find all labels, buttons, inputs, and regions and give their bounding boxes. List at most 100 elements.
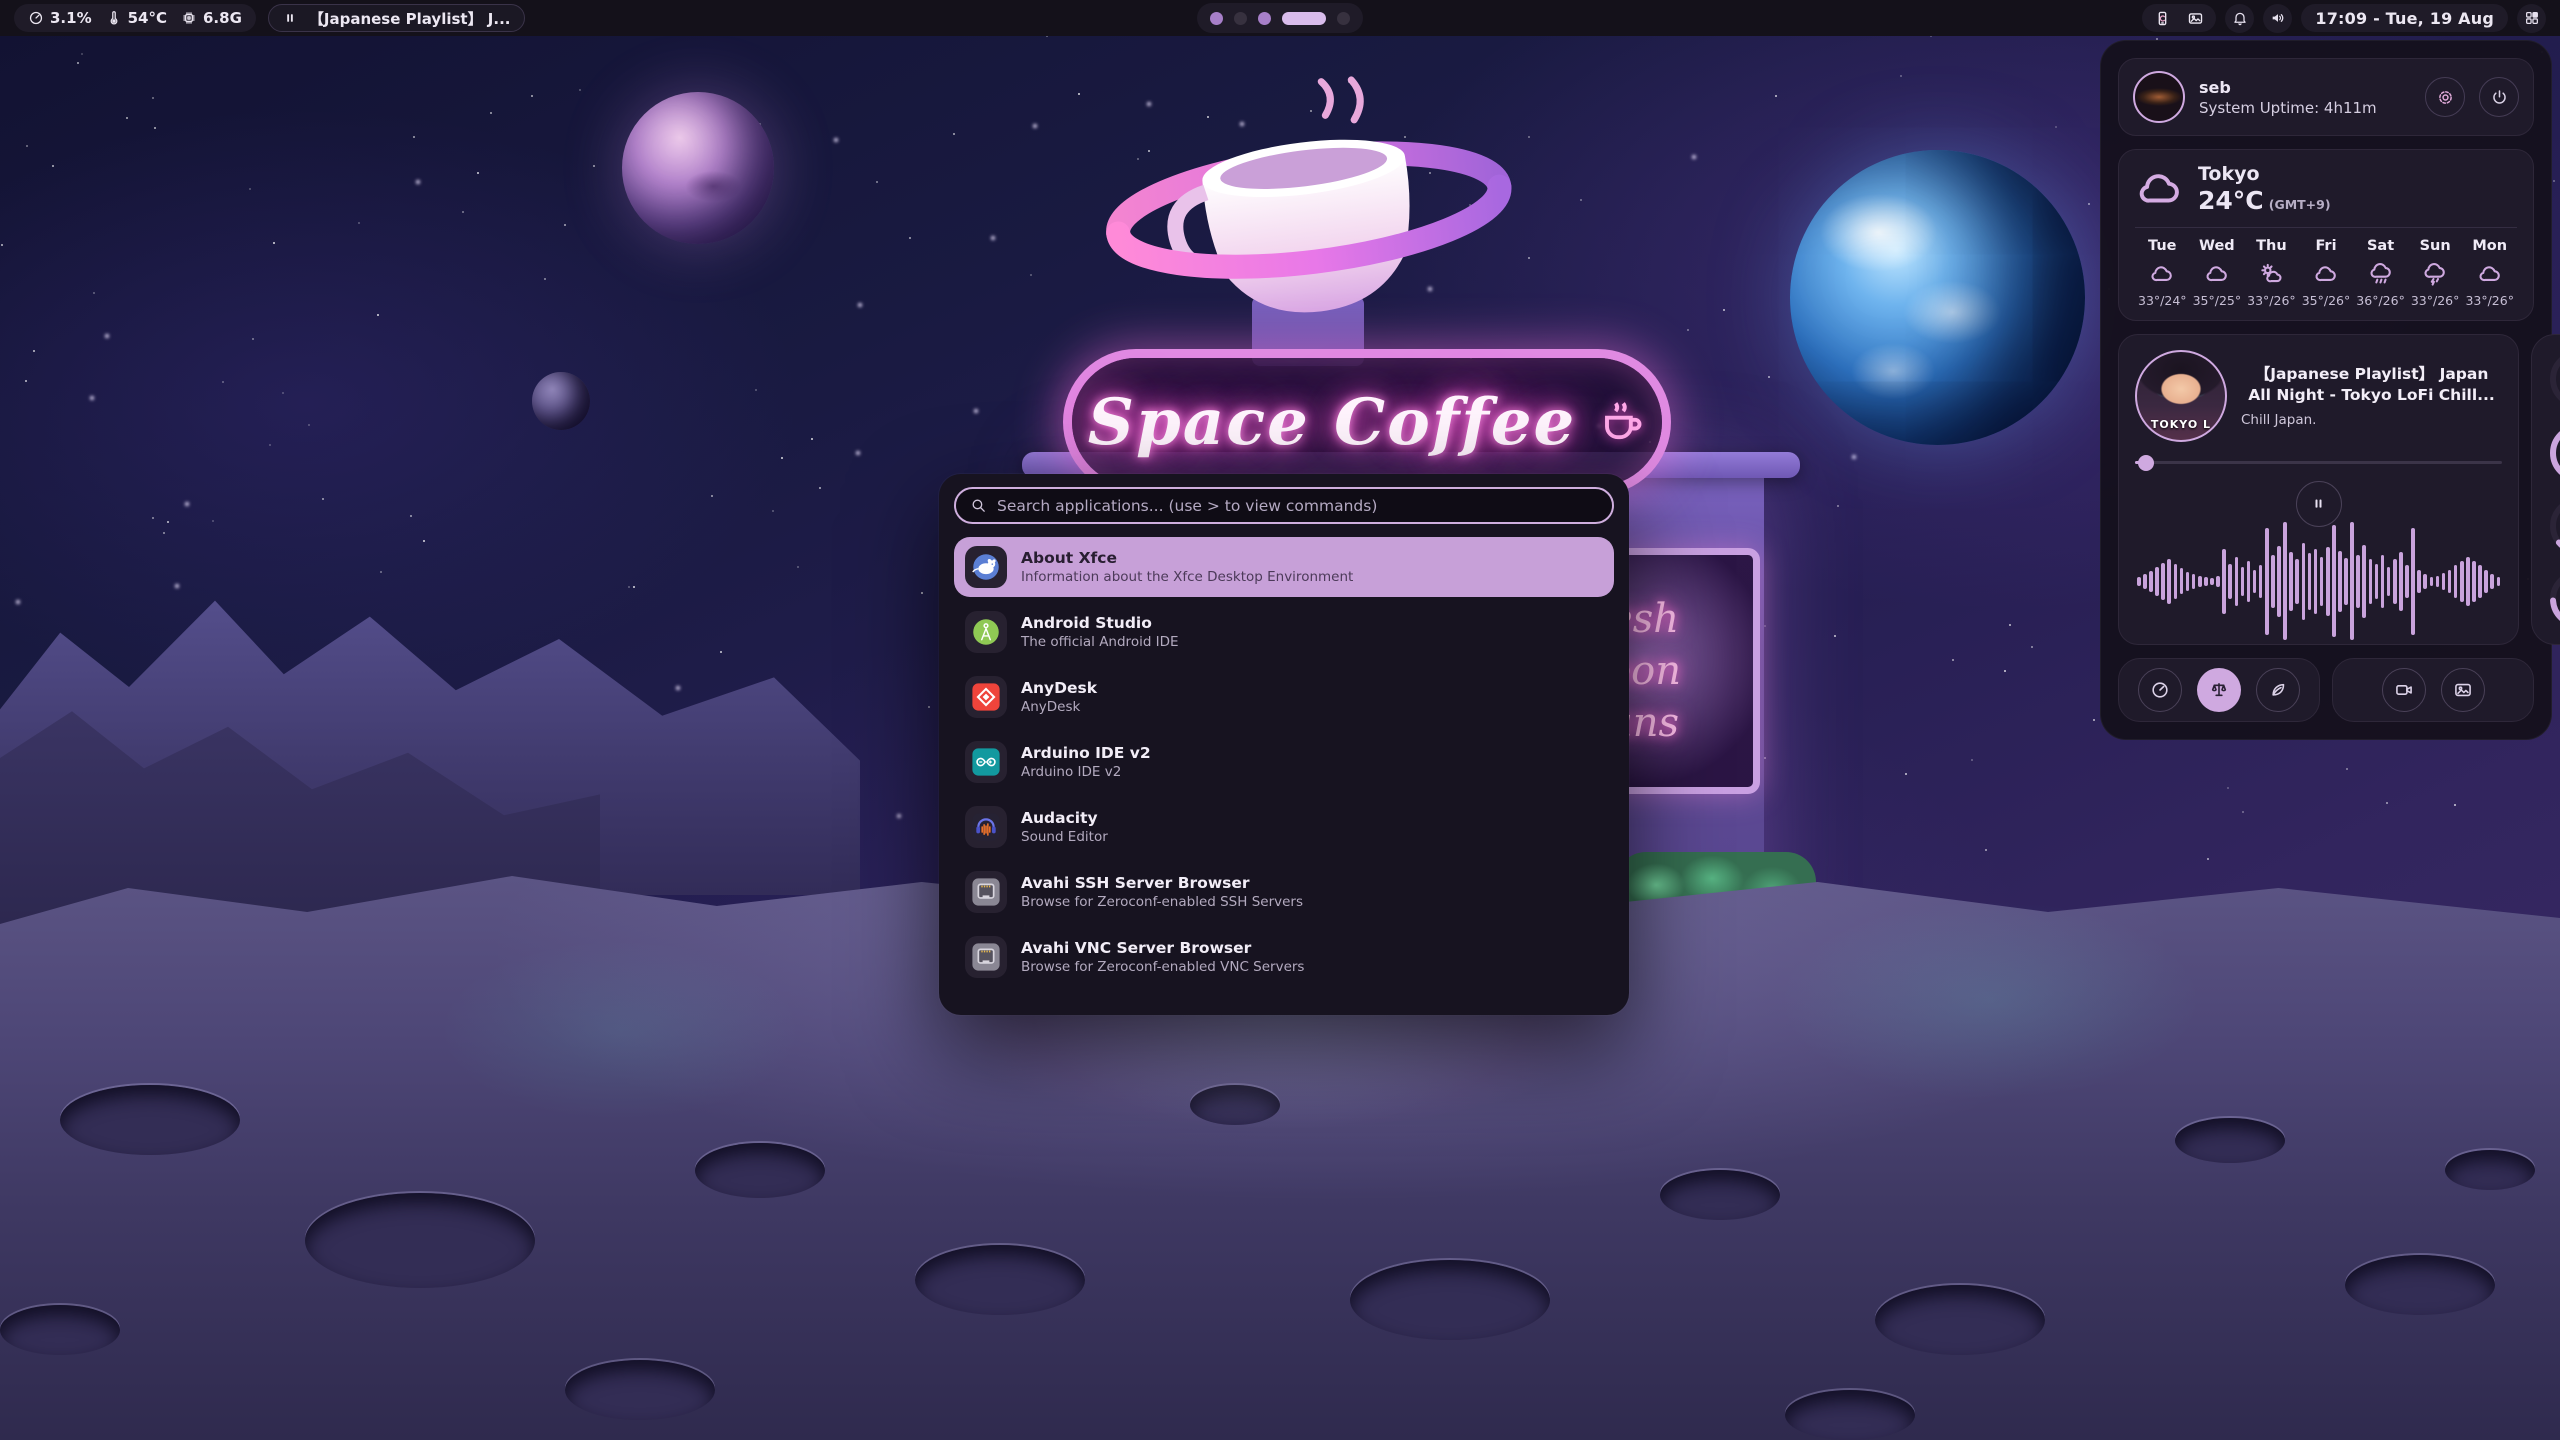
forecast-day-wed: Wed35°/25°: [2190, 238, 2245, 308]
settings-button[interactable]: [2425, 77, 2465, 117]
space-coffee-cup: [1070, 60, 1550, 390]
wave-bar: [2436, 576, 2440, 588]
app-row-avahi-ssh-server-browser[interactable]: Avahi SSH Server BrowserBrowse for Zeroc…: [954, 862, 1614, 922]
network-icon: [965, 871, 1007, 913]
workspace-dot-4[interactable]: [1282, 12, 1326, 25]
wave-bar: [2442, 573, 2446, 590]
forecast-day-label: Tue: [2135, 238, 2190, 254]
cpu-usage-stat: 3.1%: [28, 9, 92, 27]
wave-bar: [2497, 577, 2501, 586]
wave-bar: [2235, 557, 2239, 607]
side-panel: seb System Uptime: 4h11m Tokyo 24°C (GMT…: [2100, 40, 2552, 740]
forecast-temps: 33°/26°: [2408, 293, 2463, 308]
wave-bar: [2326, 547, 2330, 615]
workspace-dot-2[interactable]: [1234, 12, 1247, 25]
tray-wallpaper-icon[interactable]: [2187, 10, 2204, 27]
now-playing-pill[interactable]: 【Japanese Playlist】 J...: [268, 4, 526, 32]
storm-icon: [2408, 261, 2463, 287]
clock-label: 17:09 - Tue, 19 Aug: [2315, 9, 2494, 28]
speaker-icon: [2270, 10, 2286, 26]
wave-bar: [2137, 577, 2141, 586]
forecast-temps: 33°/24°: [2135, 293, 2190, 308]
search-input[interactable]: [997, 497, 1598, 515]
speedometer-icon: [28, 10, 44, 26]
rain-icon: [2353, 261, 2408, 287]
temperature-value: 54°C: [128, 9, 167, 27]
app-title: About Xfce: [1021, 548, 1353, 569]
memory-stat: 6.8G: [181, 9, 242, 27]
track-artist: Chill Japan.: [2241, 412, 2502, 428]
temperature-stat: 54°C: [106, 9, 167, 27]
search-icon: [970, 497, 987, 514]
wave-bar: [2460, 561, 2464, 602]
app-row-android-studio[interactable]: Android StudioThe official Android IDE: [954, 602, 1614, 662]
wave-bar: [2198, 576, 2202, 588]
wave-bar: [2448, 570, 2452, 594]
seek-knob[interactable]: [2138, 455, 2154, 471]
app-row-about-xfce[interactable]: About XfceInformation about the Xfce Des…: [954, 537, 1614, 597]
workspace-dot-3[interactable]: [1258, 12, 1271, 25]
now-playing-label: 【Japanese Playlist】 J...: [309, 8, 511, 29]
seek-slider[interactable]: [2135, 455, 2502, 471]
arduino-icon: [965, 741, 1007, 783]
wave-bar: [2411, 528, 2415, 634]
workspace-dot-5[interactable]: [1337, 12, 1350, 25]
app-row-arduino-ide-v2[interactable]: Arduino IDE v2Arduino IDE v2: [954, 732, 1614, 792]
wave-bar: [2332, 525, 2336, 637]
screen-record-button[interactable]: [2382, 668, 2426, 712]
forecast-day-label: Thu: [2244, 238, 2299, 254]
forecast-temps: 35°/25°: [2190, 293, 2245, 308]
weather-timezone: (GMT+9): [2269, 197, 2331, 212]
wave-bar: [2484, 570, 2488, 594]
topbar-right: 17:09 - Tue, 19 Aug: [2142, 4, 2546, 33]
wave-bar: [2295, 559, 2299, 604]
cloud-icon: [2135, 164, 2185, 214]
sign-text: Space Coffee: [1088, 385, 1577, 460]
app-description: The official Android IDE: [1021, 634, 1179, 652]
app-row-avahi-vnc-server-browser[interactable]: Avahi VNC Server BrowserBrowse for Zeroc…: [954, 927, 1614, 987]
play-pause-button[interactable]: [2296, 481, 2342, 527]
wave-bar: [2466, 557, 2470, 607]
track-title: 【Japanese Playlist】 Japan All Night - To…: [2241, 364, 2502, 407]
network-icon: [965, 936, 1007, 978]
wave-bar: [2430, 577, 2434, 586]
power-profile-selector: [2118, 658, 2320, 722]
profile-performance-button[interactable]: [2138, 668, 2182, 712]
wave-bar: [2350, 522, 2354, 640]
moon-crater: [565, 1360, 715, 1420]
app-row-audacity[interactable]: AudacitySound Editor: [954, 797, 1614, 857]
volume-button[interactable]: [2263, 4, 2292, 33]
android-studio-icon: [965, 611, 1007, 653]
clock[interactable]: 17:09 - Tue, 19 Aug: [2301, 4, 2508, 32]
wave-bar: [2259, 565, 2263, 598]
gauge-3.1: 3.1%: [2546, 346, 2560, 412]
gauge-24: 24%: [2546, 566, 2560, 632]
wave-bar: [2375, 564, 2379, 599]
moon-crater: [695, 1143, 825, 1198]
power-icon: [2490, 88, 2509, 107]
wave-bar: [2174, 564, 2178, 599]
wave-bar: [2308, 553, 2312, 610]
launcher-search[interactable]: [954, 487, 1614, 524]
wave-bar: [2369, 559, 2373, 604]
earth-planet: [1790, 150, 2085, 445]
workspace-dot-1[interactable]: [1210, 12, 1223, 25]
notifications-button[interactable]: [2225, 4, 2254, 33]
app-row-anydesk[interactable]: AnyDeskAnyDesk: [954, 667, 1614, 727]
power-button[interactable]: [2479, 77, 2519, 117]
app-title: Android Studio: [1021, 613, 1179, 634]
forecast-day-sat: Sat36°/26°: [2353, 238, 2408, 308]
dashboard-button[interactable]: [2517, 4, 2546, 33]
screenshot-button[interactable]: [2441, 668, 2485, 712]
wave-bar: [2186, 572, 2190, 591]
workspace-indicator[interactable]: [1197, 3, 1363, 33]
forecast-day-mon: Mon33°/26°: [2462, 238, 2517, 308]
tray-connect-icon[interactable]: [2154, 10, 2171, 27]
profile-power-saver-button[interactable]: [2256, 668, 2300, 712]
moon-crater: [1875, 1285, 2045, 1355]
profile-balanced-button[interactable]: [2197, 668, 2241, 712]
forecast-temps: 33°/26°: [2462, 293, 2517, 308]
wave-bar: [2399, 552, 2403, 611]
wave-bar: [2338, 551, 2342, 612]
moon-crater: [1785, 1390, 1915, 1440]
